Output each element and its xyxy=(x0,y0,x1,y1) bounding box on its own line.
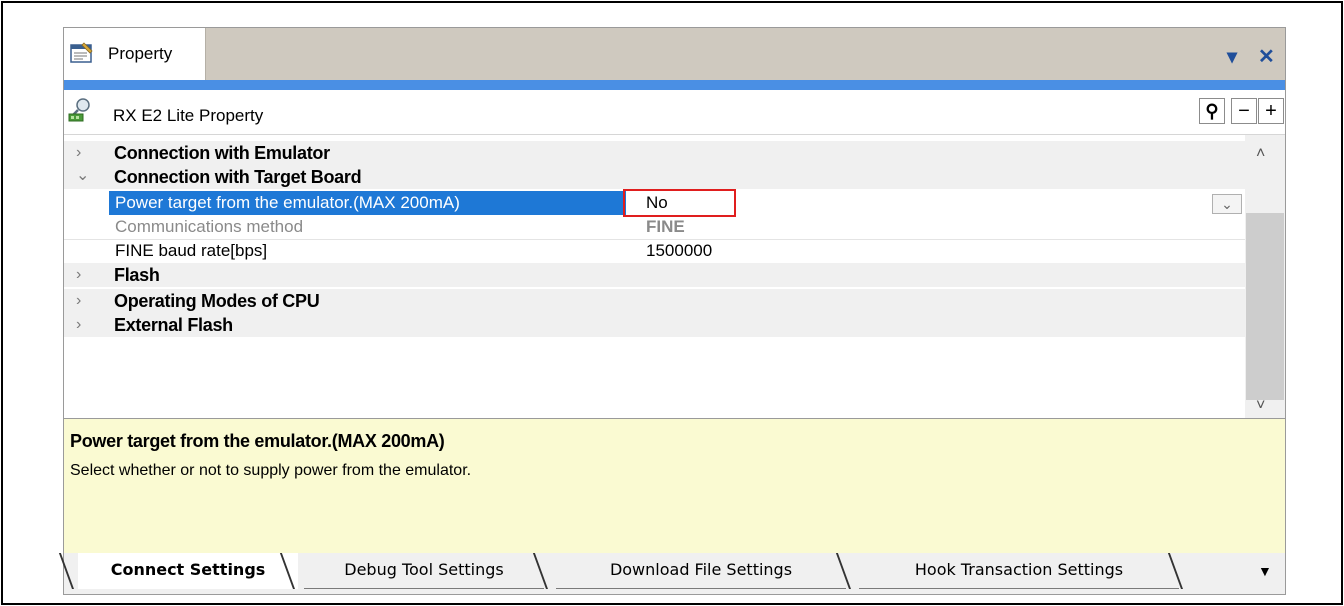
chevron-right-icon[interactable]: › xyxy=(76,266,90,283)
property-name[interactable]: Power target from the emulator.(MAX 200m… xyxy=(109,191,626,215)
category-label: External Flash xyxy=(114,315,233,335)
category-external-flash[interactable]: › External Flash xyxy=(64,313,1245,337)
property-row-fine-baud-rate[interactable]: FINE baud rate[bps] 1500000 xyxy=(64,239,1245,264)
property-tab[interactable]: Property xyxy=(64,28,206,81)
settings-tab-bar: Connect Settings Debug Tool Settings Dow… xyxy=(58,553,1285,594)
scrollbar-thumb[interactable] xyxy=(1246,213,1284,400)
description-title: Power target from the emulator.(MAX 200m… xyxy=(70,431,445,451)
panel-title-strip: Property ▾ ✕ xyxy=(64,28,1285,81)
category-flash[interactable]: › Flash xyxy=(64,263,1245,287)
pin-dropdown-icon[interactable]: ▾ xyxy=(1227,44,1237,69)
scroll-down-icon[interactable]: ˅ xyxy=(1256,397,1265,415)
chevron-down-icon[interactable]: ⌄ xyxy=(76,165,90,184)
category-label: Operating Modes of CPU xyxy=(114,291,320,311)
property-row-communications-method: Communications method FINE xyxy=(64,215,1245,240)
property-tab-label: Property xyxy=(108,44,173,63)
highlight-annotation xyxy=(623,189,736,217)
tab-debug-tool-settings[interactable]: Debug Tool Settings xyxy=(304,553,544,589)
property-name: Communications method xyxy=(115,217,304,236)
category-label: Flash xyxy=(114,265,160,285)
tab-hook-transaction-settings[interactable]: Hook Transaction Settings xyxy=(859,553,1179,589)
scroll-up-icon[interactable]: ˄ xyxy=(1256,145,1265,163)
chevron-right-icon[interactable]: › xyxy=(76,144,90,161)
chevron-right-icon[interactable]: › xyxy=(76,292,90,309)
vertical-scrollbar[interactable]: ˄ ˅ xyxy=(1245,135,1285,418)
search-icon: ⚲ xyxy=(1205,101,1219,121)
dropdown-button[interactable]: ⌄ xyxy=(1212,194,1242,214)
active-panel-bar xyxy=(64,80,1285,90)
debugger-probe-icon xyxy=(68,98,90,122)
property-header-title: RX E2 Lite Property xyxy=(113,106,264,125)
category-operating-modes-of-cpu[interactable]: › Operating Modes of CPU xyxy=(64,289,1245,313)
property-icon xyxy=(70,42,93,63)
collapse-all-button[interactable]: − xyxy=(1231,98,1257,124)
more-tabs-icon[interactable]: ▼ xyxy=(1258,563,1272,579)
chevron-down-icon: ⌄ xyxy=(1221,196,1233,212)
property-header: RX E2 Lite Property ⚲ − + xyxy=(64,90,1285,135)
search-button[interactable]: ⚲ xyxy=(1199,98,1225,124)
property-panel: Property ▾ ✕ RX E2 Lite Property ⚲ − + ›… xyxy=(58,27,1286,595)
close-icon[interactable]: ✕ xyxy=(1258,44,1275,69)
category-label: Connection with Target Board xyxy=(114,167,362,187)
expand-all-button[interactable]: + xyxy=(1258,98,1284,124)
category-label: Connection with Emulator xyxy=(114,143,330,163)
tab-connect-settings[interactable]: Connect Settings xyxy=(78,553,298,589)
category-connection-with-emulator[interactable]: › Connection with Emulator xyxy=(64,141,1245,165)
tab-download-file-settings[interactable]: Download File Settings xyxy=(556,553,846,589)
description-text: Select whether or not to supply power fr… xyxy=(70,462,472,479)
property-name[interactable]: FINE baud rate[bps] xyxy=(109,239,626,263)
property-row-power-target[interactable]: Power target from the emulator.(MAX 200m… xyxy=(64,189,1245,217)
property-grid: › Connection with Emulator ⌄ Connection … xyxy=(64,135,1245,418)
description-pane: Power target from the emulator.(MAX 200m… xyxy=(64,418,1285,553)
property-value: FINE xyxy=(646,217,685,236)
chevron-right-icon[interactable]: › xyxy=(76,316,90,333)
property-value[interactable]: 1500000 xyxy=(626,239,1245,263)
category-connection-with-target-board[interactable]: ⌄ Connection with Target Board xyxy=(64,165,1245,189)
